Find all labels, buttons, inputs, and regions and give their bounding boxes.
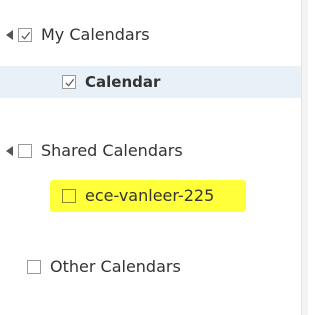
collapse-arrow-icon[interactable]	[6, 146, 13, 156]
checkmark-icon	[20, 31, 30, 40]
group-my-calendars[interactable]: My Calendars	[6, 25, 150, 45]
group-other-calendars[interactable]: Other Calendars	[27, 257, 181, 277]
calendar-item-calendar[interactable]: Calendar	[62, 72, 160, 92]
checkbox-my-calendars[interactable]	[18, 28, 32, 42]
group-label-my-calendars: My Calendars	[41, 25, 150, 44]
group-label-other-calendars: Other Calendars	[50, 257, 181, 276]
checkmark-icon	[64, 78, 74, 87]
checkbox-other-calendars[interactable]	[27, 260, 41, 274]
calendar-item-ece-vanleer-225[interactable]: ece-vanleer-225	[62, 186, 214, 206]
calendar-item-label: ece-vanleer-225	[85, 186, 215, 205]
group-shared-calendars[interactable]: Shared Calendars	[6, 141, 183, 161]
calendar-folder-pane: My Calendars Calendar Shared Calendars e…	[0, 0, 301, 315]
pane-scroll-edge	[301, 0, 308, 315]
collapse-arrow-icon[interactable]	[6, 30, 13, 40]
calendar-item-label: Calendar	[85, 73, 161, 91]
group-label-shared-calendars: Shared Calendars	[41, 141, 183, 160]
checkbox-shared-calendars[interactable]	[18, 144, 32, 158]
checkbox-calendar[interactable]	[62, 75, 76, 89]
checkbox-ece-vanleer-225[interactable]	[62, 189, 76, 203]
